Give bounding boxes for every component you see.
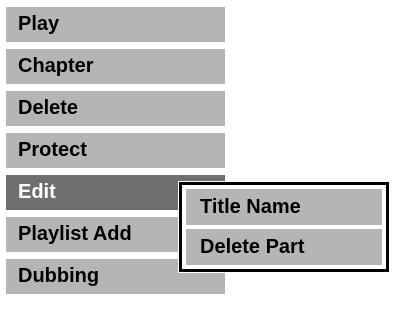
menu-item-delete[interactable]: Delete xyxy=(6,91,225,126)
submenu-item-delete-part[interactable]: Delete Part xyxy=(186,229,382,265)
menu-item-protect[interactable]: Protect xyxy=(6,133,225,168)
edit-submenu: Title Name Delete Part xyxy=(178,181,390,273)
menu-item-play[interactable]: Play xyxy=(6,7,225,42)
menu-item-chapter[interactable]: Chapter xyxy=(6,49,225,84)
submenu-item-title-name[interactable]: Title Name xyxy=(186,189,382,225)
edit-submenu-panel: Title Name Delete Part xyxy=(182,185,386,269)
